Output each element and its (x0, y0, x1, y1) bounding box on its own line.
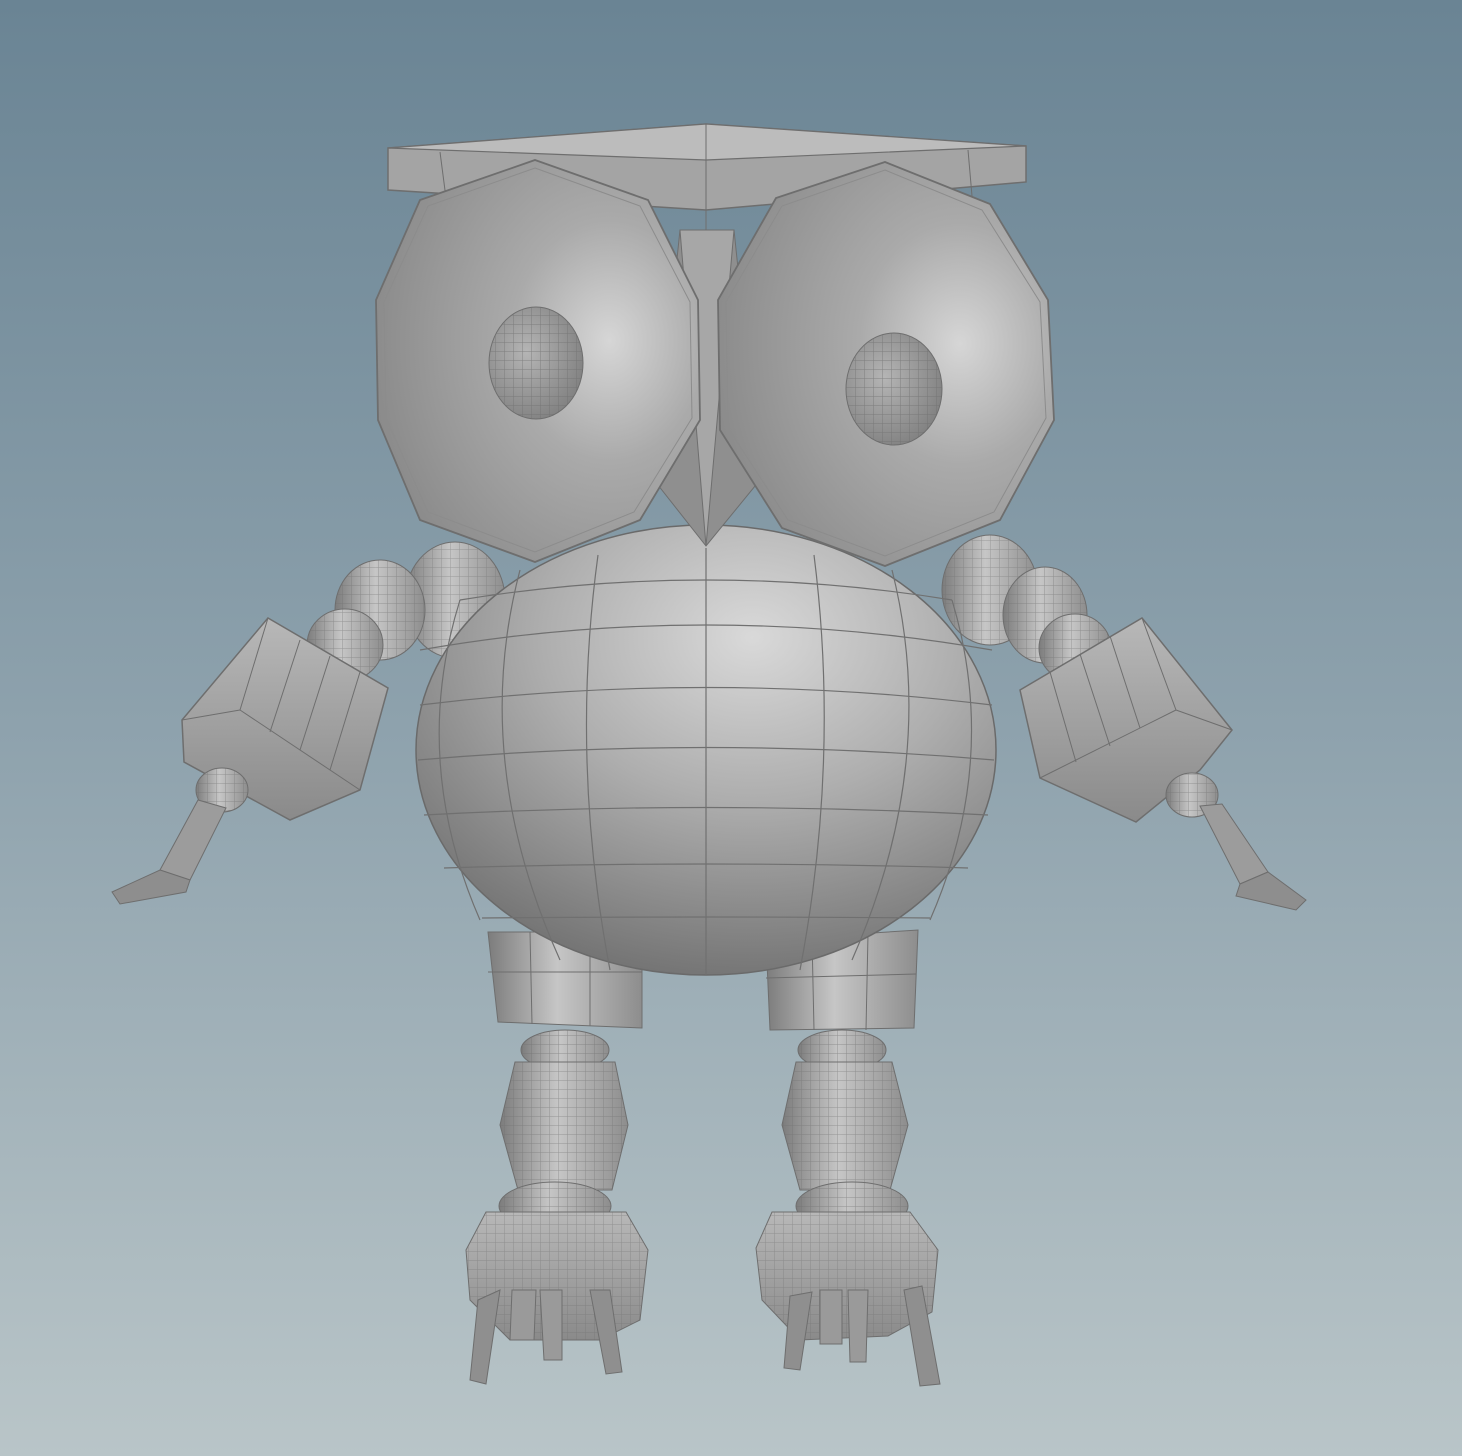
right-pupil (845, 332, 943, 446)
right-eye (717, 161, 1055, 567)
3d-viewport[interactable] (0, 0, 1462, 1456)
left-pupil (488, 306, 584, 420)
owl-model[interactable] (0, 0, 1462, 1456)
right-arm (941, 534, 1307, 911)
right-leg (755, 929, 941, 1387)
left-leg (465, 931, 649, 1385)
left-foot-talons (469, 1289, 623, 1385)
left-eye (375, 159, 701, 563)
owl-body (415, 524, 997, 976)
